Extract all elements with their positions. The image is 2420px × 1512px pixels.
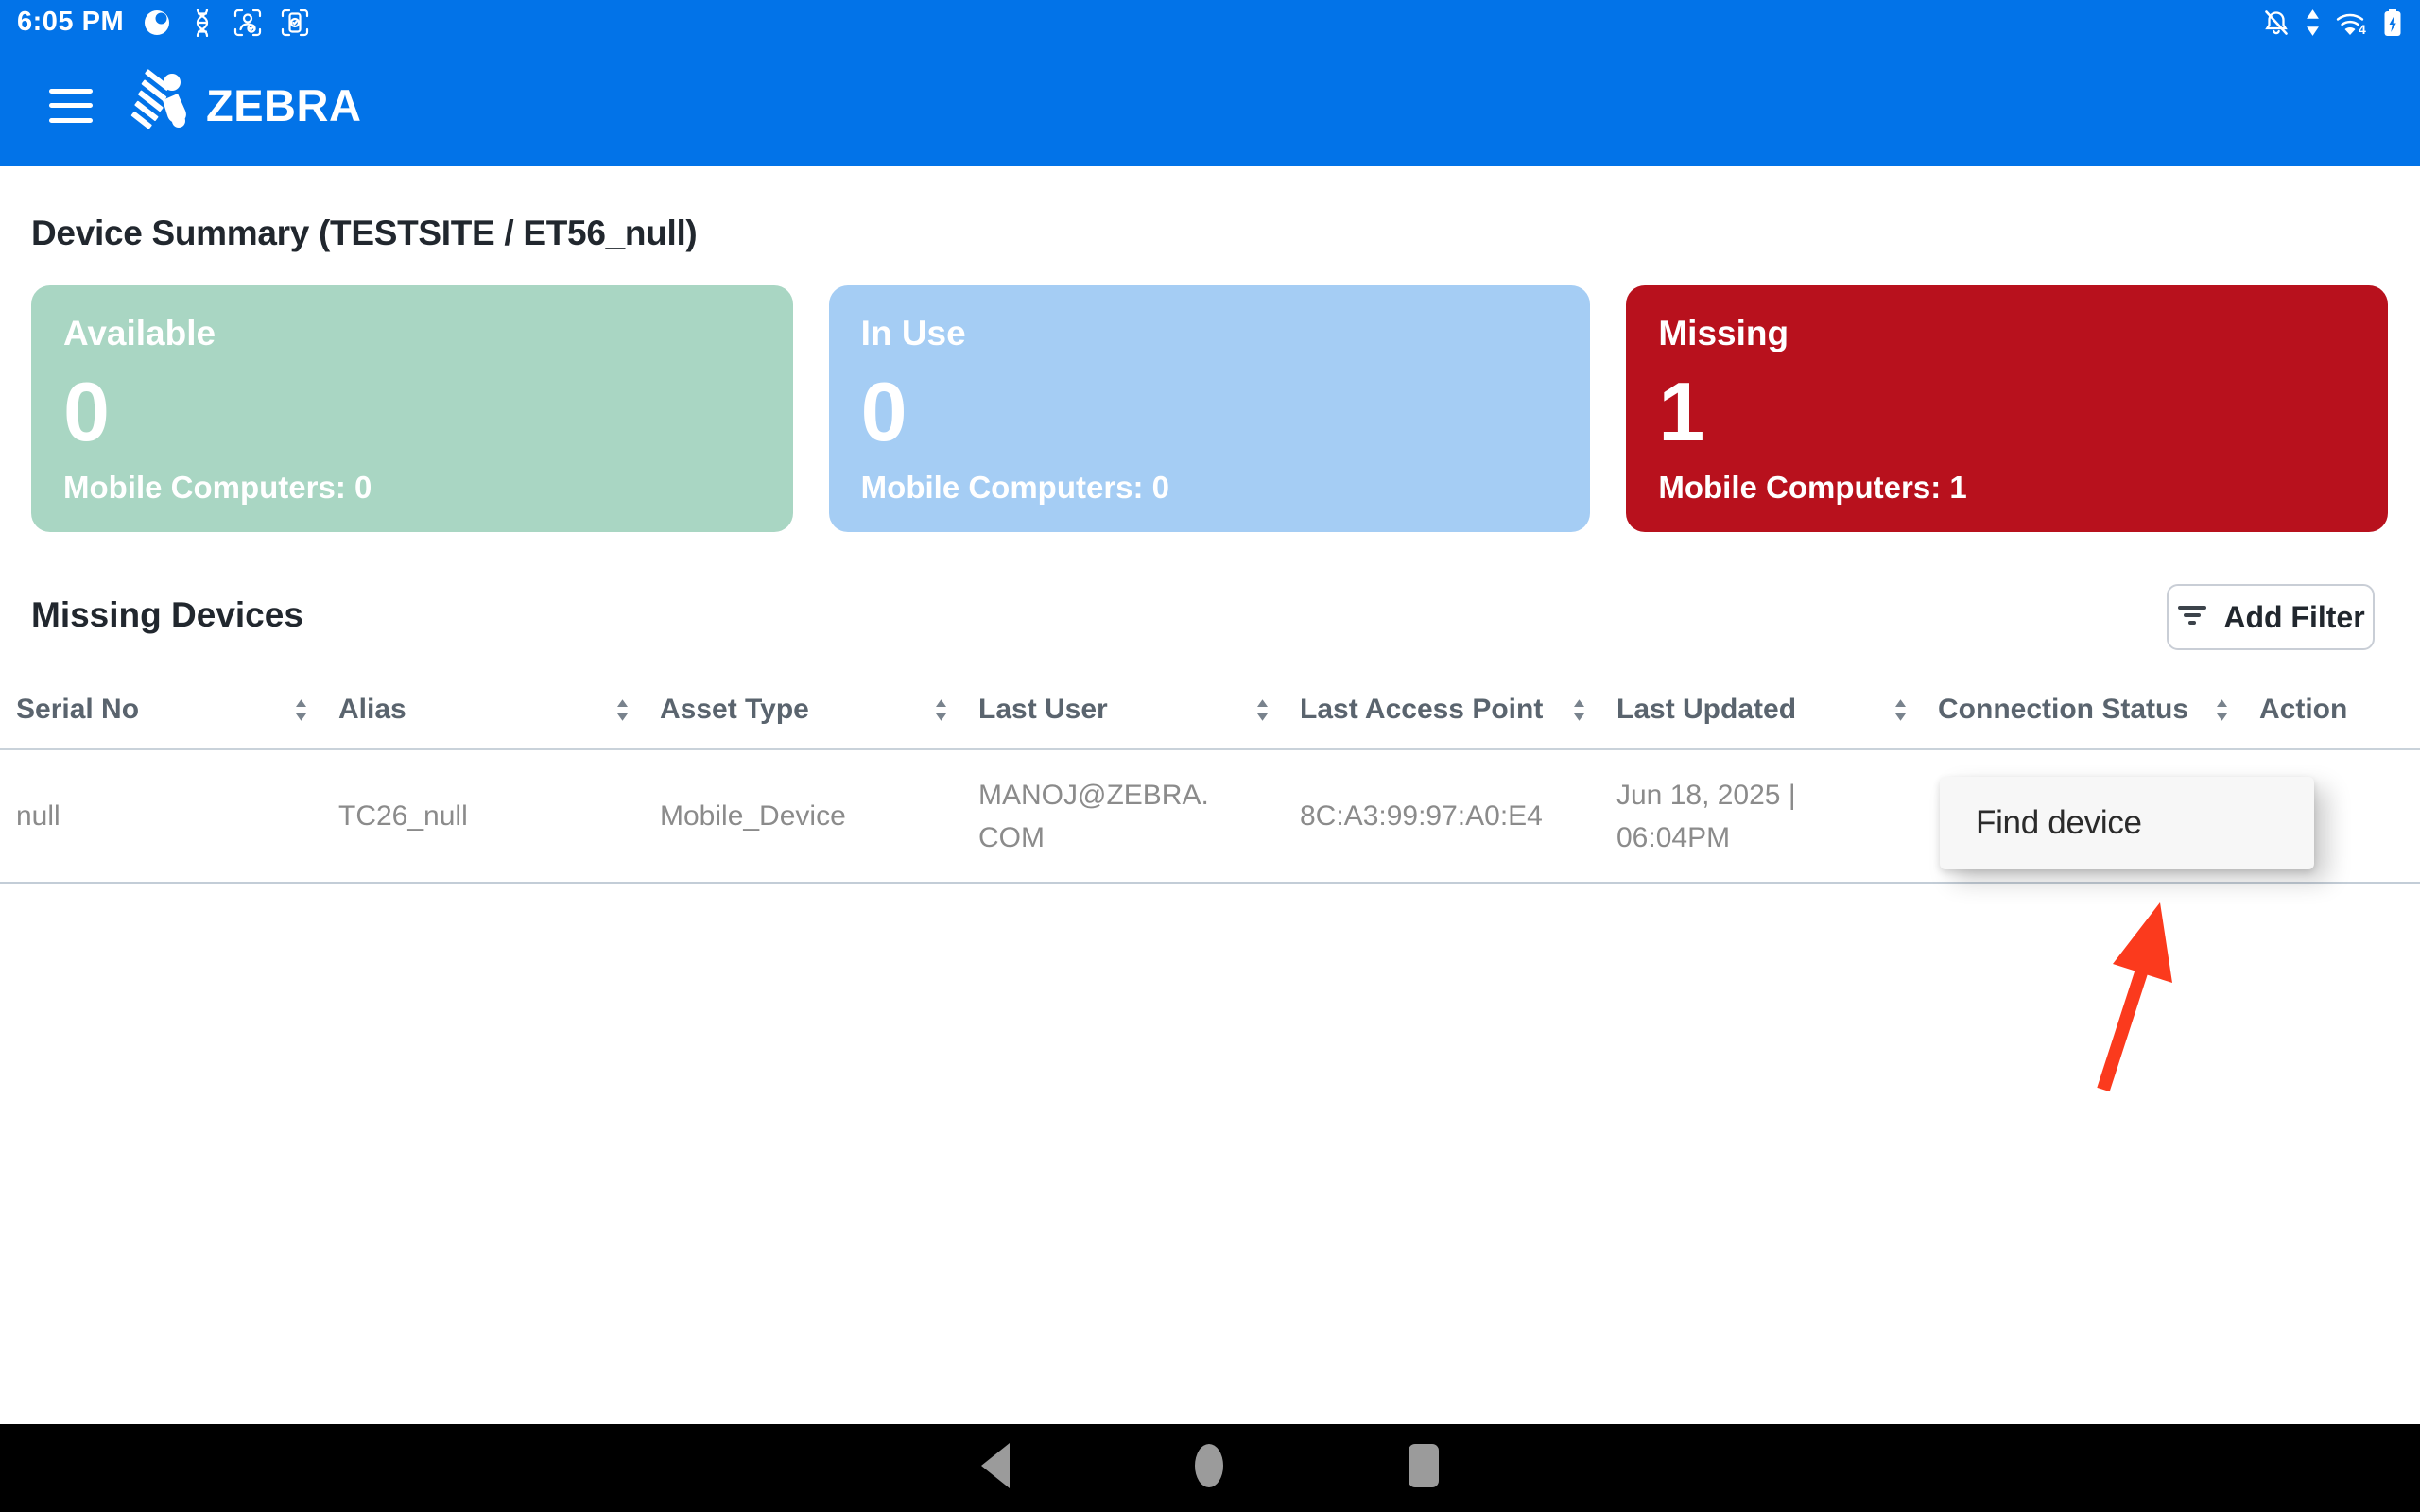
battery-charging-icon	[2382, 8, 2403, 38]
cell-alias: TC26_null	[322, 750, 644, 882]
summary-cards: Available 0 Mobile Computers: 0 In Use 0…	[31, 285, 2388, 532]
data-transfer-icon	[2306, 9, 2320, 37]
device-check-icon	[281, 9, 309, 37]
column-header-action[interactable]: Action	[2243, 671, 2420, 748]
recents-icon	[1409, 1444, 1439, 1492]
column-header-asset-type[interactable]: Asset Type	[644, 671, 962, 748]
menu-item-find-device[interactable]: Find device	[1940, 804, 2314, 842]
card-label: Missing	[1658, 314, 2356, 353]
home-icon	[1195, 1443, 1223, 1493]
column-header-last-user[interactable]: Last User	[962, 671, 1284, 748]
annotation-arrow-icon	[2066, 893, 2188, 1106]
card-label: Available	[63, 314, 761, 353]
brand: ZEBRA	[129, 69, 361, 142]
card-missing[interactable]: Missing 1 Mobile Computers: 1	[1626, 285, 2388, 532]
cell-last-access-point: 8C:A3:99:97:A0:E4	[1284, 750, 1600, 882]
add-filter-button[interactable]: Add Filter	[2167, 584, 2375, 650]
back-icon	[981, 1443, 1010, 1493]
card-caption: Mobile Computers: 0	[861, 470, 1559, 506]
context-menu: Find device	[1940, 777, 2314, 869]
column-header-last-updated[interactable]: Last Updated	[1600, 671, 1922, 748]
status-bar: 6:05 PM	[0, 0, 2420, 44]
filter-icon	[2176, 600, 2208, 635]
card-value: 0	[861, 370, 1559, 454]
hamburger-menu-icon[interactable]	[49, 89, 93, 123]
column-header-alias[interactable]: Alias	[322, 671, 644, 748]
app-indicator-icon	[143, 9, 171, 37]
dna-icon	[190, 9, 215, 37]
sort-icon	[1893, 697, 1909, 723]
card-available[interactable]: Available 0 Mobile Computers: 0	[31, 285, 793, 532]
brand-name: ZEBRA	[206, 79, 361, 131]
column-header-connection-status[interactable]: Connection Status	[1922, 671, 2243, 748]
home-button[interactable]	[1195, 1443, 1223, 1493]
page-title: Device Summary (TESTSITE / ET56_null)	[31, 214, 697, 253]
face-scan-icon	[233, 9, 262, 37]
column-header-last-access-point[interactable]: Last Access Point	[1284, 671, 1600, 748]
card-value: 1	[1658, 370, 2356, 454]
wifi-level-label: 4	[2359, 22, 2366, 37]
cell-serial-no: null	[0, 750, 322, 882]
app-bar: ZEBRA	[0, 44, 2420, 166]
card-caption: Mobile Computers: 0	[63, 470, 761, 506]
card-caption: Mobile Computers: 1	[1658, 470, 2356, 506]
section-title: Missing Devices	[31, 595, 303, 635]
table-header-row: Serial No Alias Asset Type Last User Las…	[0, 671, 2420, 750]
notifications-off-icon	[2262, 9, 2290, 37]
zebra-logo-icon	[129, 69, 199, 142]
navigation-bar	[0, 1424, 2420, 1512]
screen: 6:05 PM	[0, 0, 2420, 1512]
recents-button[interactable]	[1409, 1444, 1439, 1492]
card-in-use[interactable]: In Use 0 Mobile Computers: 0	[829, 285, 1591, 532]
cell-last-updated: Jun 18, 2025 | 06:04PM	[1600, 750, 1922, 882]
back-button[interactable]	[981, 1443, 1010, 1493]
clock: 6:05 PM	[17, 7, 124, 38]
sort-icon	[614, 697, 631, 723]
sort-icon	[293, 697, 309, 723]
sort-icon	[1254, 697, 1270, 723]
sort-icon	[1571, 697, 1587, 723]
cell-asset-type: Mobile_Device	[644, 750, 962, 882]
add-filter-label: Add Filter	[2223, 600, 2364, 635]
sort-icon	[2214, 697, 2230, 723]
sort-icon	[933, 697, 949, 723]
wifi-icon: 4	[2335, 9, 2367, 37]
card-value: 0	[63, 370, 761, 454]
column-header-serial-no[interactable]: Serial No	[0, 671, 322, 748]
cell-last-user: MANOJ@ZEBRA.COM	[962, 750, 1284, 882]
card-label: In Use	[861, 314, 1559, 353]
